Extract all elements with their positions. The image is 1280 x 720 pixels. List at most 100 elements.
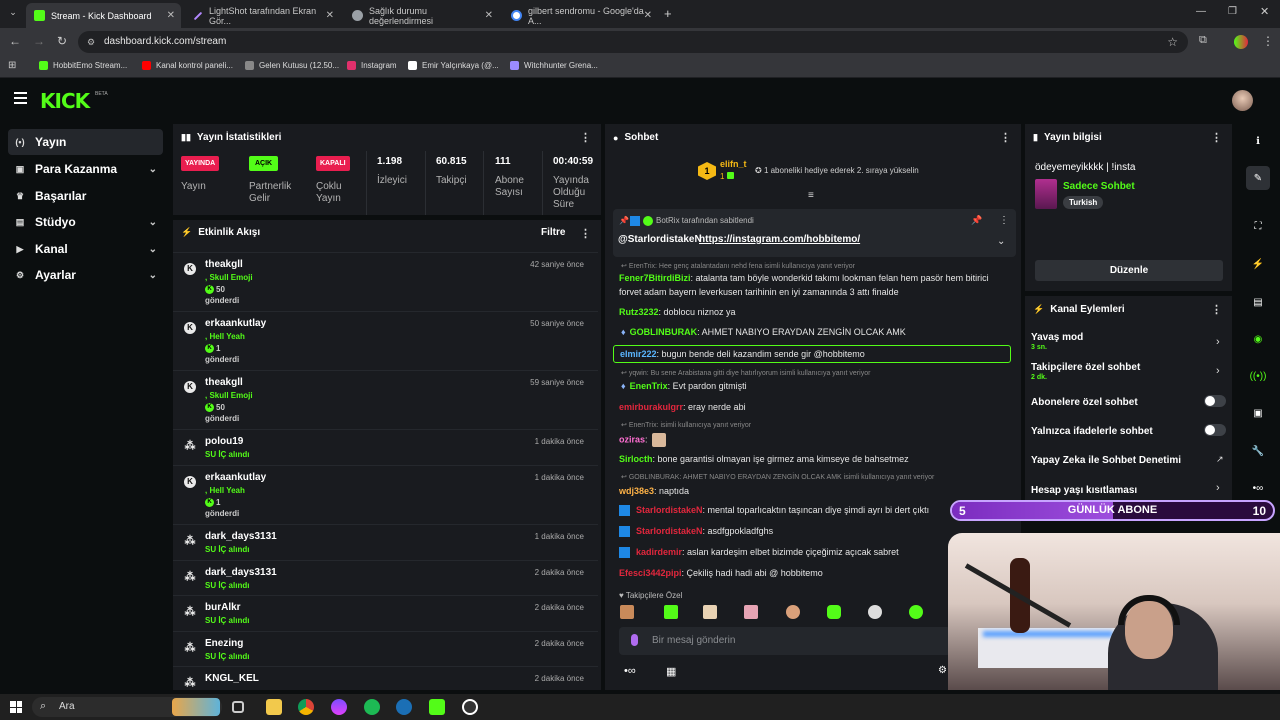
emote-person-icon[interactable] bbox=[786, 605, 800, 619]
chat-username[interactable]: elmir222 bbox=[620, 349, 657, 359]
event-username[interactable]: erkaankutlay bbox=[205, 318, 266, 329]
document-rail-icon[interactable]: ▤ bbox=[1246, 290, 1270, 314]
new-tab-button[interactable]: + bbox=[664, 6, 672, 21]
more-options-icon[interactable]: ⋮ bbox=[580, 131, 591, 144]
chat-username[interactable]: StarlordistakeN bbox=[636, 505, 703, 515]
chat-username[interactable]: GOBLINBURAK bbox=[630, 327, 698, 337]
microphone-icon[interactable] bbox=[631, 634, 638, 646]
close-tab-icon[interactable]: ✕ bbox=[485, 10, 493, 21]
back-icon[interactable]: ← bbox=[9, 34, 21, 48]
chat-username[interactable]: Rutz3232 bbox=[619, 307, 659, 317]
chevron-right-icon[interactable]: › bbox=[1216, 336, 1220, 348]
kick-app-icon[interactable] bbox=[429, 699, 445, 715]
browser-tab-google[interactable]: gilbert sendromu - Google'da A... ✕ bbox=[503, 3, 658, 28]
hamburger-menu-icon[interactable] bbox=[14, 92, 27, 104]
minimize-button[interactable]: — bbox=[1196, 6, 1206, 17]
chat-settings-icon[interactable]: ⚙ bbox=[938, 665, 947, 676]
event-username[interactable]: Enezing bbox=[205, 638, 243, 649]
close-tab-icon[interactable]: ✕ bbox=[644, 10, 652, 21]
chat-username[interactable]: StarlordistakeN bbox=[636, 526, 703, 536]
event-username[interactable]: KNGL_KEL bbox=[205, 673, 259, 684]
chat-username[interactable]: EnenTrix bbox=[630, 381, 668, 391]
sidebar-item-ayarlar[interactable]: ⚙ Ayarlar ⌄ bbox=[8, 262, 163, 288]
emote-pink-icon[interactable] bbox=[744, 605, 758, 619]
close-tab-icon[interactable]: ✕ bbox=[167, 10, 175, 21]
event-username[interactable]: theakgll bbox=[205, 259, 243, 270]
top-gifter-name[interactable]: elifn_t bbox=[720, 159, 747, 169]
forward-icon[interactable]: → bbox=[33, 34, 45, 48]
avatar[interactable] bbox=[1232, 90, 1253, 111]
sidebar-item-kanal[interactable]: ▶ Kanal ⌄ bbox=[8, 236, 163, 262]
layout-rail-icon[interactable]: ▣ bbox=[1246, 401, 1270, 425]
extensions-icon[interactable]: ⧉ bbox=[1199, 34, 1207, 47]
steam-icon[interactable] bbox=[396, 699, 412, 715]
bookmark-x[interactable]: Emir Yalçınkaya (@... bbox=[408, 61, 499, 70]
follower-chat-label[interactable]: Takipçilere özel sohbet bbox=[1031, 362, 1140, 373]
close-tab-icon[interactable]: ✕ bbox=[326, 10, 334, 21]
event-username[interactable]: theakgll bbox=[205, 377, 243, 388]
emote-skull-icon[interactable] bbox=[868, 605, 882, 619]
edit-rail-icon[interactable]: ✎ bbox=[1246, 166, 1270, 190]
broadcast-rail-icon[interactable]: ((•)) bbox=[1246, 364, 1270, 388]
store-icon[interactable]: ▦ bbox=[666, 665, 676, 678]
emote-green-icon[interactable] bbox=[664, 605, 678, 619]
clip-rail-icon[interactable]: ⛶ bbox=[1246, 214, 1270, 238]
bookmark-gmail[interactable]: Gelen Kutusu (12.50... bbox=[245, 61, 339, 70]
file-explorer-icon[interactable] bbox=[266, 699, 282, 715]
ai-moderation-label[interactable]: Yapay Zeka ile Sohbet Denetimi bbox=[1031, 455, 1181, 466]
bookmark-witchhunter[interactable]: Witchhunter Grena... bbox=[510, 61, 598, 70]
event-username[interactable]: dark_days3131 bbox=[205, 531, 277, 542]
chat-username[interactable]: Sirlocth bbox=[619, 454, 653, 464]
chevron-right-icon[interactable]: › bbox=[1216, 482, 1220, 494]
bookmark-youtube[interactable]: Kanal kontrol paneli... bbox=[142, 61, 233, 70]
event-username[interactable]: dark_days3131 bbox=[205, 567, 277, 578]
apps-grid-icon[interactable]: ⊞ bbox=[8, 60, 16, 71]
chat-rail-icon[interactable]: ◉ bbox=[1246, 327, 1270, 351]
task-view-icon[interactable] bbox=[232, 701, 244, 713]
browser-tab-health[interactable]: Sağlık durumu değerlendirmesi ✕ bbox=[344, 3, 499, 28]
bookmark-star-icon[interactable]: ☆ bbox=[1167, 31, 1178, 53]
chat-username[interactable]: Fener7BitirdiBizi bbox=[619, 273, 691, 283]
event-username[interactable]: burAlkr bbox=[205, 602, 241, 613]
chat-username[interactable]: oziras bbox=[619, 434, 645, 444]
event-username[interactable]: erkaankutlay bbox=[205, 472, 266, 483]
more-options-icon[interactable]: ⋮ bbox=[999, 215, 1009, 226]
kick-logo[interactable]: KICK bbox=[40, 89, 90, 113]
chat-username[interactable]: emirburakulgrr bbox=[619, 402, 683, 412]
event-username[interactable]: polou19 bbox=[205, 436, 243, 447]
chrome-icon[interactable] bbox=[298, 699, 314, 715]
sidebar-item-para-kazanma[interactable]: ▣ Para Kazanma ⌄ bbox=[8, 156, 163, 182]
browser-tab-kick[interactable]: Stream - Kick Dashboard ✕ bbox=[26, 3, 181, 28]
category-link[interactable]: Sadece Sohbet bbox=[1063, 181, 1135, 192]
chat-username[interactable]: Efesci3442pipi bbox=[619, 568, 682, 578]
emote-face-icon[interactable] bbox=[620, 605, 634, 619]
points-rail-icon[interactable]: •∞ bbox=[1246, 476, 1270, 500]
more-options-icon[interactable]: ⋮ bbox=[1000, 131, 1011, 144]
spotify-icon[interactable] bbox=[364, 699, 380, 715]
sidebar-item-basarilar[interactable]: ♛ Başarılar bbox=[8, 183, 163, 209]
chat-username[interactable]: wdj38e3 bbox=[619, 486, 654, 496]
maximize-button[interactable]: ❐ bbox=[1228, 6, 1237, 17]
emote-kick-icon[interactable] bbox=[827, 605, 841, 619]
info-rail-icon[interactable]: ℹ bbox=[1246, 129, 1270, 153]
browser-menu-icon[interactable]: ⋮ bbox=[1262, 34, 1274, 48]
address-bar[interactable]: ⚙ dashboard.kick.com/stream ☆ bbox=[78, 31, 1188, 53]
profile-icon[interactable] bbox=[1234, 35, 1248, 49]
more-options-icon[interactable]: ⋮ bbox=[1211, 303, 1222, 316]
chat-points-icon[interactable]: •∞ bbox=[624, 665, 636, 677]
more-options-icon[interactable]: ⋮ bbox=[580, 227, 591, 240]
more-options-icon[interactable]: ⋮ bbox=[1211, 131, 1222, 144]
gift-prompt[interactable]: ✪ 1 aboneliki hediye ederek 2. sıraya yü… bbox=[755, 166, 919, 175]
tab-list-button[interactable]: ⌄ bbox=[6, 7, 20, 21]
reload-icon[interactable]: ↻ bbox=[57, 34, 67, 48]
bookmark-instagram[interactable]: Instagram bbox=[347, 61, 397, 70]
windows-start-icon[interactable] bbox=[10, 701, 22, 713]
account-age-label[interactable]: Hesap yaşı kısıtlaması bbox=[1031, 485, 1137, 496]
collapse-icon[interactable]: ≡ bbox=[808, 190, 814, 201]
pinned-user[interactable]: @StarlordistakeN bbox=[618, 234, 702, 245]
sidebar-item-studyo[interactable]: ▤ Stüdyo ⌄ bbox=[8, 209, 163, 235]
unpin-icon[interactable]: 📌 bbox=[971, 215, 982, 226]
site-info-icon[interactable]: ⚙ bbox=[87, 31, 95, 53]
edit-button[interactable]: Düzenle bbox=[1035, 260, 1223, 281]
external-link-icon[interactable]: ↗ bbox=[1216, 454, 1224, 465]
